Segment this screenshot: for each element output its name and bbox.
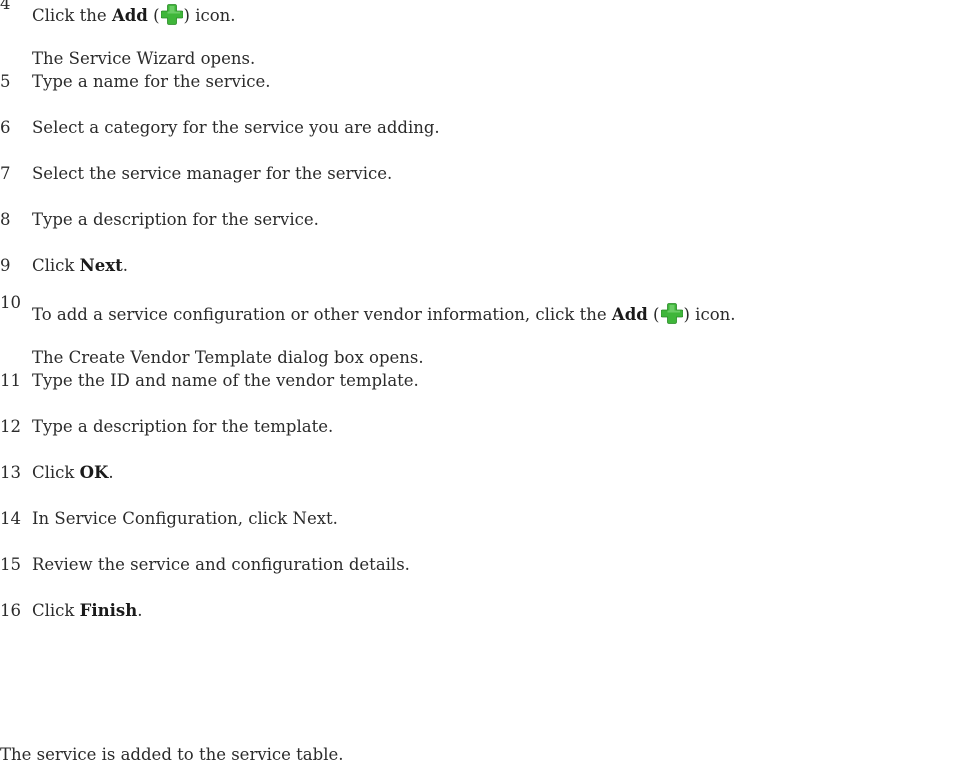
- step-text: To add a service configuration or other …: [32, 302, 736, 324]
- result-text: The Service Wizard opens.: [32, 49, 256, 68]
- step-text: Click OK.: [32, 463, 114, 482]
- step-number: 7: [0, 164, 11, 183]
- step-text: Type a description for the template.: [32, 417, 333, 436]
- step-text-run: .: [137, 601, 143, 620]
- step-number: 16: [0, 601, 21, 620]
- step-text-run: Select a category for the service you ar…: [32, 118, 440, 137]
- step-text: Click Finish.: [32, 601, 142, 620]
- step-text-run: .: [122, 256, 128, 275]
- step-text-run: Type a name for the service.: [32, 72, 271, 91]
- plus-icon: [660, 303, 683, 324]
- step-text-run: .: [108, 463, 114, 482]
- ui-term: Finish: [79, 601, 138, 620]
- step-text: Type a description for the service.: [32, 210, 319, 229]
- step-number: 13: [0, 463, 21, 482]
- step-text-run: ) icon.: [683, 305, 736, 324]
- step-number: 11: [0, 371, 21, 390]
- step-text-run: Review the service and configuration det…: [32, 555, 410, 574]
- step-text-run: (: [647, 305, 660, 324]
- step-text-run: To add a service configuration or other …: [32, 305, 612, 324]
- step-text-run: Type a description for the template.: [32, 417, 334, 436]
- step-number: 4: [0, 0, 11, 13]
- step-text-run: (: [147, 6, 160, 25]
- result-text: The Create Vendor Template dialog box op…: [32, 348, 424, 367]
- step-text: Select the service manager for the servi…: [32, 164, 392, 183]
- step-number: 15: [0, 555, 21, 574]
- step-text-run: Click: [32, 256, 80, 275]
- step-text: Click Next.: [32, 256, 128, 275]
- step-text-run: Click: [32, 601, 80, 620]
- step-text: Select a category for the service you ar…: [32, 118, 440, 137]
- step-text: Review the service and configuration det…: [32, 555, 410, 574]
- ui-term: Next: [79, 256, 123, 275]
- step-text-run: Select the service manager for the servi…: [32, 164, 393, 183]
- step-number: 9: [0, 256, 11, 275]
- step-text-run: Click the: [32, 6, 112, 25]
- step-number: 10: [0, 293, 21, 312]
- step-text-run: Click: [32, 463, 80, 482]
- step-text: Click the Add ( ) icon.: [32, 3, 236, 25]
- step-number: 8: [0, 210, 11, 229]
- step-number: 14: [0, 509, 21, 528]
- step-text: Type a name for the service.: [32, 72, 271, 91]
- step-number: 5: [0, 72, 11, 91]
- step-number: 12: [0, 417, 21, 436]
- ui-term: Add: [111, 6, 148, 25]
- step-text: In Service Configuration, click Next.: [32, 509, 338, 528]
- plus-icon: [160, 4, 183, 25]
- step-text: Type the ID and name of the vendor templ…: [32, 371, 419, 390]
- step-text-run: Type the ID and name of the vendor templ…: [32, 371, 419, 390]
- step-number: 6: [0, 118, 11, 137]
- closing-text: The service is added to the service tabl…: [0, 745, 344, 764]
- ui-term: OK: [79, 463, 109, 482]
- step-text-run: ) icon.: [183, 6, 236, 25]
- step-text-run: Type a description for the service.: [32, 210, 319, 229]
- ui-term: Add: [611, 305, 648, 324]
- step-text-run: In Service Configuration, click Next.: [32, 509, 338, 528]
